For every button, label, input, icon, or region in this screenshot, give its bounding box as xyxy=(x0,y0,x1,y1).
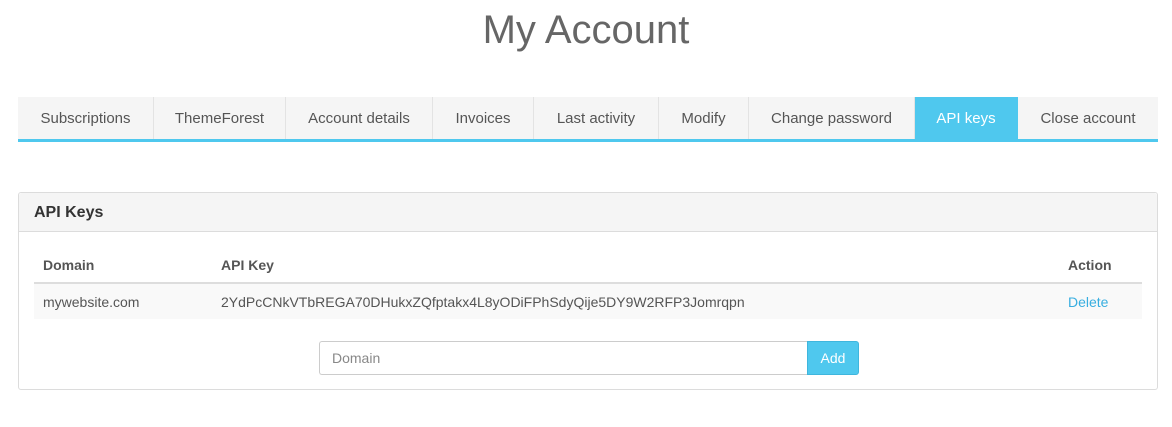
column-header-domain: Domain xyxy=(34,247,212,284)
row-action: Delete xyxy=(1059,283,1142,319)
table-row: mywebsite.com 2YdPcCNkVTbREGA70DHukxZQfp… xyxy=(34,283,1142,319)
add-domain-form: Add xyxy=(319,341,859,375)
panel-title: API Keys xyxy=(19,193,1157,232)
tab-account-details[interactable]: Account details xyxy=(286,97,433,139)
tab-close-account[interactable]: Close account xyxy=(1018,97,1158,139)
domain-input[interactable] xyxy=(319,341,807,375)
api-keys-table: Domain API Key Action mywebsite.com 2YdP… xyxy=(34,247,1142,319)
delete-link[interactable]: Delete xyxy=(1068,294,1108,310)
column-header-api-key: API Key xyxy=(212,247,1059,284)
add-button[interactable]: Add xyxy=(807,341,859,375)
page-title: My Account xyxy=(482,8,690,52)
tab-invoices[interactable]: Invoices xyxy=(433,97,534,139)
tab-api-keys[interactable]: API keys xyxy=(915,97,1018,139)
tab-change-password[interactable]: Change password xyxy=(749,97,915,139)
row-domain: mywebsite.com xyxy=(34,283,212,319)
tab-modify[interactable]: Modify xyxy=(659,97,749,139)
column-header-action: Action xyxy=(1059,247,1142,284)
row-api-key: 2YdPcCNkVTbREGA70DHukxZQfptakx4L8yODiFPh… xyxy=(212,283,1059,319)
tab-themeforest[interactable]: ThemeForest xyxy=(154,97,286,139)
api-keys-panel: API Keys Domain API Key Action mywebsite… xyxy=(18,192,1158,390)
tab-subscriptions[interactable]: Subscriptions xyxy=(18,97,154,139)
table-header-row: Domain API Key Action xyxy=(34,247,1142,284)
tab-last-activity[interactable]: Last activity xyxy=(534,97,659,139)
account-tabs: Subscriptions ThemeForest Account detail… xyxy=(18,97,1158,142)
